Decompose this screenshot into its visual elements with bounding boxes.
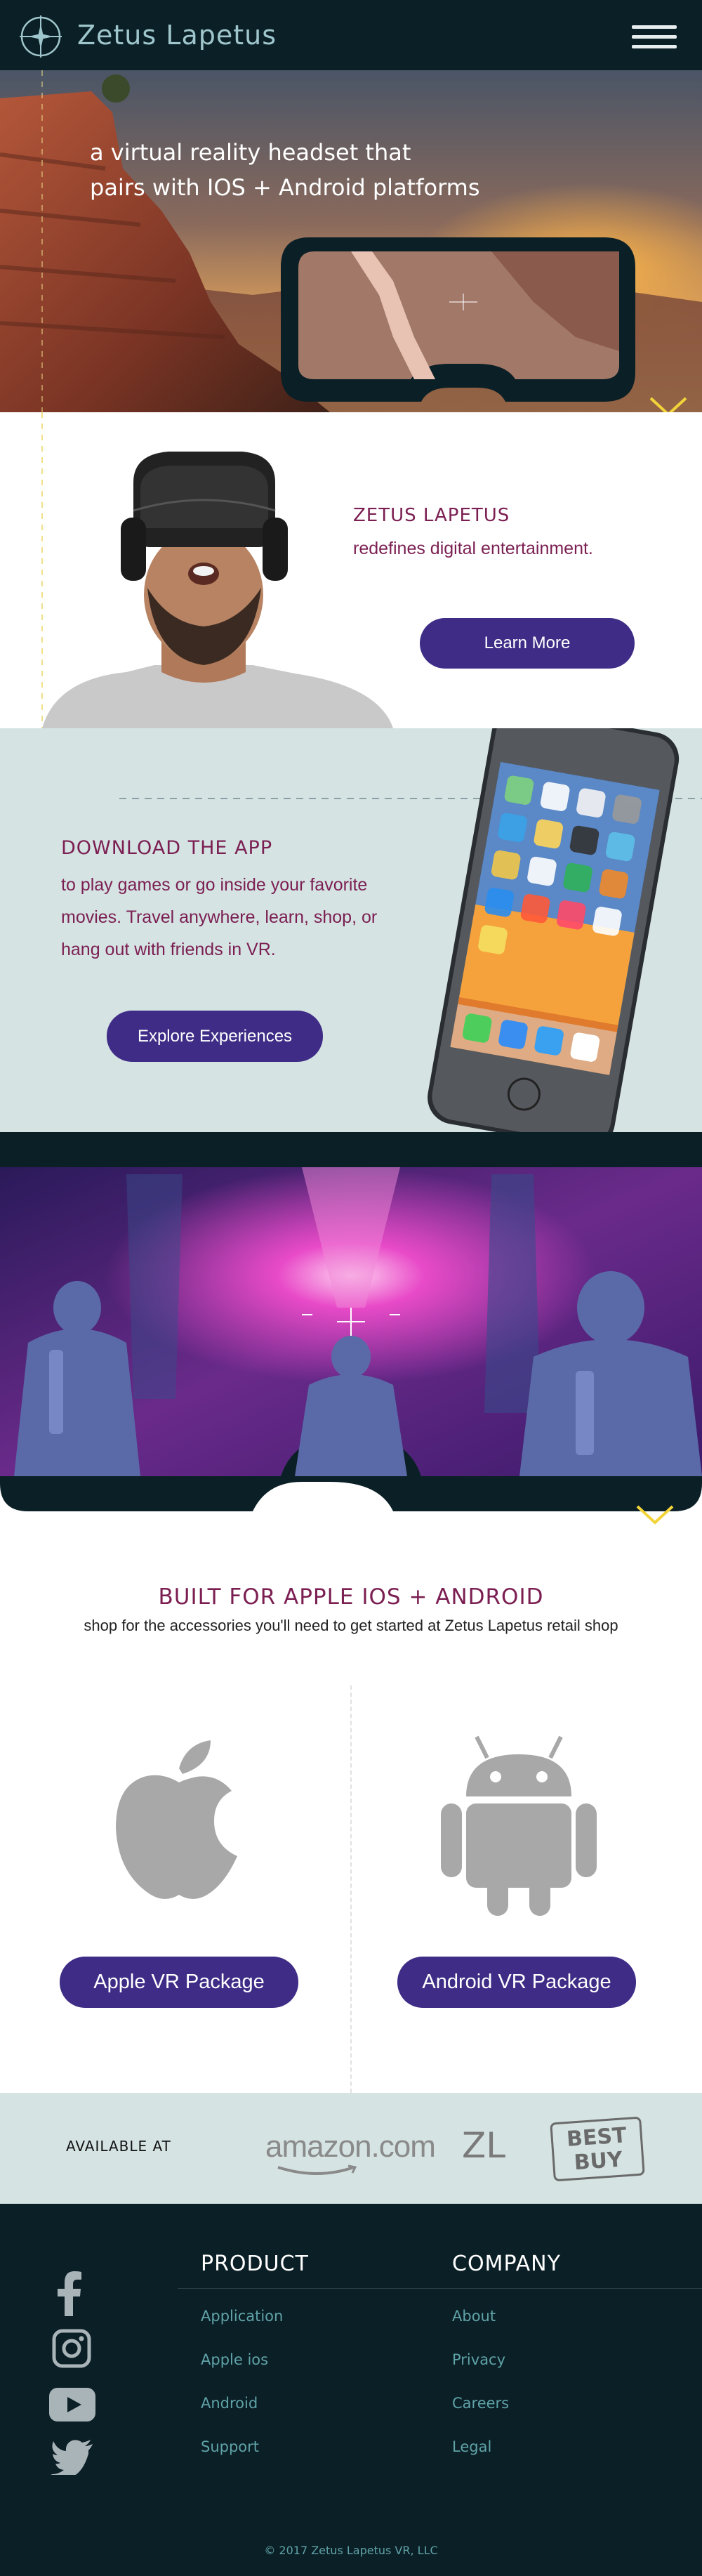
space-game-scene-image bbox=[0, 1132, 702, 1525]
apple-vr-package-button[interactable]: Apple VR Package bbox=[60, 1957, 298, 2008]
zl-logo[interactable]: ZL bbox=[462, 2125, 505, 2166]
amazon-smile-icon bbox=[277, 2164, 357, 2175]
vr-headset-man-image bbox=[41, 412, 393, 728]
footer-link-legal[interactable]: Legal bbox=[452, 2438, 491, 2455]
android-vr-package-button[interactable]: Android VR Package bbox=[397, 1957, 636, 2008]
footer-link-privacy[interactable]: Privacy bbox=[452, 2351, 505, 2368]
column-divider bbox=[350, 1685, 352, 2093]
compass-crosshair-icon[interactable] bbox=[20, 15, 62, 58]
vr-game-section bbox=[0, 1132, 702, 1525]
app-description-line-1: to play games or go inside your favorite bbox=[61, 875, 368, 895]
download-app-section: DOWNLOAD THE APP to play games or go ins… bbox=[0, 728, 702, 1132]
footer-link-about[interactable]: About bbox=[452, 2308, 496, 2325]
logo-text[interactable]: Zetus Lapetus bbox=[77, 20, 277, 51]
chevron-down-icon[interactable] bbox=[635, 1504, 675, 1525]
built-for-subtitle: shop for the accessories you'll need to … bbox=[84, 1617, 618, 1634]
site-header: Zetus Lapetus bbox=[0, 0, 702, 70]
canyon-sunset-image bbox=[0, 70, 702, 412]
youtube-icon[interactable] bbox=[49, 2388, 95, 2421]
footer-link-application[interactable]: Application bbox=[201, 2308, 283, 2325]
intro-tagline: redefines digital entertainment. bbox=[353, 539, 593, 558]
app-title: DOWNLOAD THE APP bbox=[61, 837, 273, 859]
app-description-line-2: movies. Travel anywhere, learn, shop, or bbox=[61, 907, 378, 927]
site-footer: PRODUCT COMPANY Application Apple ios An… bbox=[0, 2204, 702, 2576]
footer-link-support[interactable]: Support bbox=[201, 2438, 259, 2455]
hero-section: a virtual reality headset that pairs wit… bbox=[0, 70, 702, 412]
chevron-down-icon[interactable] bbox=[649, 396, 688, 412]
intro-brand-title: ZETUS LAPETUS bbox=[353, 505, 510, 526]
footer-divider bbox=[178, 2288, 702, 2289]
explore-experiences-button[interactable]: Explore Experiences bbox=[107, 1011, 323, 1062]
amazon-logo[interactable]: amazon.com bbox=[265, 2129, 436, 2164]
footer-link-apple-ios[interactable]: Apple ios bbox=[201, 2351, 268, 2368]
android-robot-icon bbox=[441, 1735, 597, 1916]
app-description-line-3: hang out with friends in VR. bbox=[61, 940, 276, 959]
built-for-title: BUILT FOR APPLE IOS + ANDROID bbox=[158, 1584, 544, 1610]
twitter-icon[interactable] bbox=[51, 2440, 93, 2475]
footer-product-heading: PRODUCT bbox=[201, 2252, 309, 2276]
footer-link-android[interactable]: Android bbox=[201, 2395, 258, 2412]
facebook-icon[interactable] bbox=[58, 2271, 81, 2316]
available-at-section: AVAILABLE AT amazon.com ZL BEST BUY bbox=[0, 2093, 702, 2204]
learn-more-button[interactable]: Learn More bbox=[420, 618, 635, 669]
footer-company-heading: COMPANY bbox=[452, 2252, 561, 2276]
footer-link-careers[interactable]: Careers bbox=[452, 2395, 509, 2412]
hero-title: a virtual reality headset that pairs wit… bbox=[90, 135, 539, 205]
hero-title-line-2: pairs with IOS + Android platforms bbox=[90, 174, 480, 201]
app-description: to play games or go inside your favorite… bbox=[61, 869, 426, 966]
built-for-section: BUILT FOR APPLE IOS + ANDROID shop for t… bbox=[0, 1525, 702, 2093]
hamburger-menu-icon[interactable] bbox=[632, 25, 677, 49]
available-at-label: AVAILABLE AT bbox=[66, 2138, 171, 2155]
intro-section: ZETUS LAPETUS redefines digital entertai… bbox=[0, 412, 702, 728]
hero-title-line-1: a virtual reality headset that bbox=[90, 139, 411, 166]
copyright-text: © 2017 Zetus Lapetus VR, LLC bbox=[264, 2544, 438, 2557]
page: Zetus Lapetus a virtual reality headset … bbox=[0, 0, 702, 2576]
instagram-icon[interactable] bbox=[52, 2329, 91, 2368]
apple-logo-icon bbox=[116, 1740, 237, 1899]
bestbuy-logo[interactable]: BEST BUY bbox=[550, 2116, 645, 2182]
